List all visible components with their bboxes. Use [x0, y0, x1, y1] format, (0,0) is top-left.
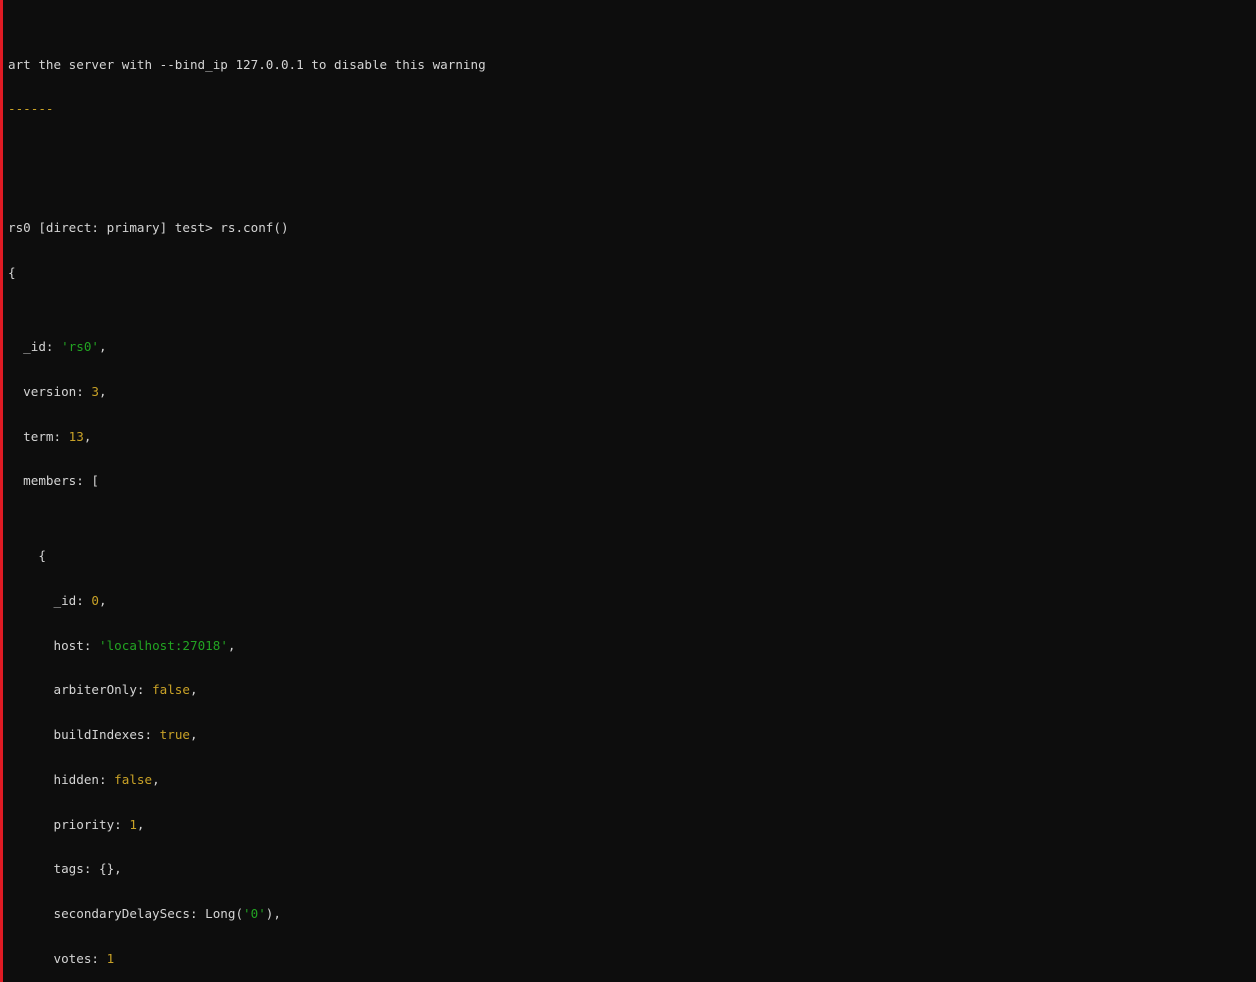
member0-host-key: host: [8, 637, 99, 653]
line-conf-id: _id: 'rs0', [8, 339, 1256, 355]
member0-tags-text: tags: {}, [8, 861, 122, 877]
member0-arbiteronly-tail: , [189, 682, 198, 698]
line-member0-delay: secondaryDelaySecs: Long('0'), [8, 906, 1256, 922]
member0-open-text: { [8, 548, 46, 564]
member0-buildindexes-value: true [159, 727, 190, 743]
line-conf-term: term: 13, [8, 428, 1256, 445]
conf-id-key: _id: [8, 339, 62, 355]
member0-buildindexes-tail: , [190, 727, 198, 743]
line-member0-open: { [8, 548, 1256, 564]
member0-hidden-tail: , [152, 771, 160, 787]
member0-host-tail: , [227, 637, 236, 653]
member0-delay-tail: ), [265, 906, 281, 922]
member0-votes-key: votes: [8, 950, 107, 966]
member0-id-value: 0 [91, 592, 99, 608]
conf-id-tail: , [99, 339, 107, 355]
pane-edge-bar [0, 0, 3, 982]
line-member0-buildindexes: buildIndexes: true, [8, 727, 1256, 743]
member0-buildindexes-key: buildIndexes: [8, 727, 160, 743]
line-member0-hidden: hidden: false, [8, 771, 1256, 788]
member0-hidden-key: hidden: [8, 771, 115, 787]
member0-votes-value: 1 [106, 950, 115, 966]
member0-hidden-value: false [114, 771, 153, 787]
terminal-output: art the server with --bind_ip 127.0.0.1 … [8, 0, 1256, 982]
line-blank-1 [8, 146, 1256, 161]
conf-term-key: term: [8, 428, 69, 444]
members-open-text: members: [ [8, 473, 99, 489]
line-member0-priority: priority: 1, [8, 816, 1256, 833]
member0-priority-key: priority: [8, 816, 130, 832]
conf-version-tail: , [99, 383, 107, 399]
divider-text: ------ [8, 100, 54, 116]
member0-priority-tail: , [136, 816, 145, 832]
line-members-open: members: [ [8, 474, 1256, 489]
terminal-window[interactable]: art the server with --bind_ip 127.0.0.1 … [0, 0, 1256, 982]
conf-id-value: 'rs0' [61, 339, 99, 355]
line-member0-host: host: 'localhost:27018', [8, 637, 1256, 654]
line-member0-id: _id: 0, [8, 592, 1256, 609]
conf-version-key: version: [8, 383, 92, 399]
member0-host-value: 'localhost:27018' [99, 637, 228, 653]
line-member0-tags: tags: {}, [8, 861, 1256, 877]
warning-text: art the server with --bind_ip 127.0.0.1 … [8, 59, 486, 72]
line-cmd-rsconf: rs0 [direct: primary] test> rs.conf() [8, 219, 1256, 236]
line-member0-arbiteronly: arbiterOnly: false, [8, 682, 1256, 698]
prompt-rsconf: rs0 [direct: primary] test> rs.conf() [8, 219, 289, 235]
member0-delay-key: secondaryDelaySecs: Long( [8, 906, 244, 922]
conf-term-tail: , [83, 428, 92, 444]
member0-id-tail: , [99, 592, 107, 608]
line-divider: ------ [8, 100, 1256, 117]
member0-id-key: _id: [8, 592, 92, 608]
conf-version-value: 3 [91, 383, 99, 399]
member0-arbiteronly-key: arbiterOnly: [8, 682, 153, 698]
line-brace-open: { [8, 264, 1256, 281]
brace-open-text: { [8, 264, 16, 280]
member0-arbiteronly-value: false [152, 682, 190, 698]
line-member0-votes: votes: 1 [8, 950, 1256, 967]
conf-term-value: 13 [68, 428, 84, 444]
line-warning-tail: art the server with --bind_ip 127.0.0.1 … [8, 60, 1256, 72]
member0-priority-value: 1 [129, 816, 137, 832]
member0-delay-value: '0' [243, 906, 266, 922]
line-conf-version: version: 3, [8, 383, 1256, 400]
